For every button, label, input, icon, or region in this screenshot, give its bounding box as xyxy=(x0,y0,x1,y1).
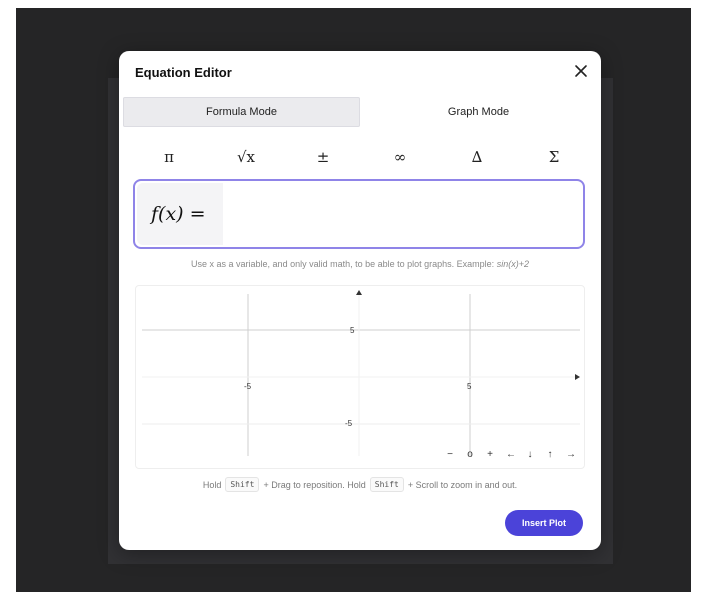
zoom-in-button[interactable]: + xyxy=(486,449,494,460)
sqrt-symbol-button[interactable]: √x xyxy=(236,146,256,168)
pan-down-button[interactable]: ↓ xyxy=(526,449,534,460)
graph-toolbar: − o + ← ↓ ↑ → xyxy=(446,449,576,460)
tab-graph-mode[interactable]: Graph Mode xyxy=(360,97,597,127)
shift-key-badge: Shift xyxy=(225,477,260,492)
close-icon[interactable] xyxy=(573,63,589,79)
delta-symbol-button[interactable]: ∆ xyxy=(467,146,487,168)
sigma-symbol-button[interactable]: Σ xyxy=(544,146,564,168)
formula-input-box: f(x) = xyxy=(133,179,585,249)
pan-right-button[interactable]: → xyxy=(566,449,576,460)
equation-editor-dialog: Equation Editor Formula Mode Graph Mode … xyxy=(119,51,601,550)
zoom-reset-button[interactable]: o xyxy=(466,449,474,460)
formula-label: f(x) = xyxy=(151,203,206,225)
help-part-3: + Scroll to zoom in and out. xyxy=(407,479,518,490)
formula-input[interactable] xyxy=(229,195,579,233)
mode-tabs: Formula Mode Graph Mode xyxy=(123,97,597,127)
graph-help-text: Hold Shift + Drag to reposition. Hold Sh… xyxy=(119,477,601,492)
help-part-1: Hold xyxy=(202,479,222,490)
graph-x-arrow-icon xyxy=(575,374,580,380)
pan-up-button[interactable]: ↑ xyxy=(546,449,554,460)
graph-canvas[interactable]: -5 5 5 -5 − o + ← ↓ ↑ → xyxy=(135,285,585,469)
tab-formula-mode[interactable]: Formula Mode xyxy=(123,97,360,127)
y-tick-pos: 5 xyxy=(350,326,355,335)
dialog-title: Equation Editor xyxy=(135,65,232,80)
formula-hint: Use x as a variable, and only valid math… xyxy=(119,259,601,269)
shift-key-badge-2: Shift xyxy=(369,477,404,492)
insert-plot-button[interactable]: Insert Plot xyxy=(505,510,583,536)
plus-minus-symbol-button[interactable]: ± xyxy=(313,146,333,168)
pan-left-button[interactable]: ← xyxy=(506,449,516,460)
pi-symbol-button[interactable]: π xyxy=(159,146,179,168)
x-tick-pos: 5 xyxy=(467,382,472,391)
x-tick-neg: -5 xyxy=(244,382,252,391)
y-tick-neg: -5 xyxy=(345,419,353,428)
help-part-2: + Drag to reposition. Hold xyxy=(263,479,366,490)
graph-y-arrow-icon xyxy=(356,290,362,295)
infinity-symbol-button[interactable]: ∞ xyxy=(390,146,410,168)
zoom-out-button[interactable]: − xyxy=(446,449,454,460)
symbol-toolbar: π √x ± ∞ ∆ Σ xyxy=(131,146,589,168)
hint-text: Use x as a variable, and only valid math… xyxy=(191,259,495,269)
hint-example: sin(x)+2 xyxy=(496,259,529,269)
